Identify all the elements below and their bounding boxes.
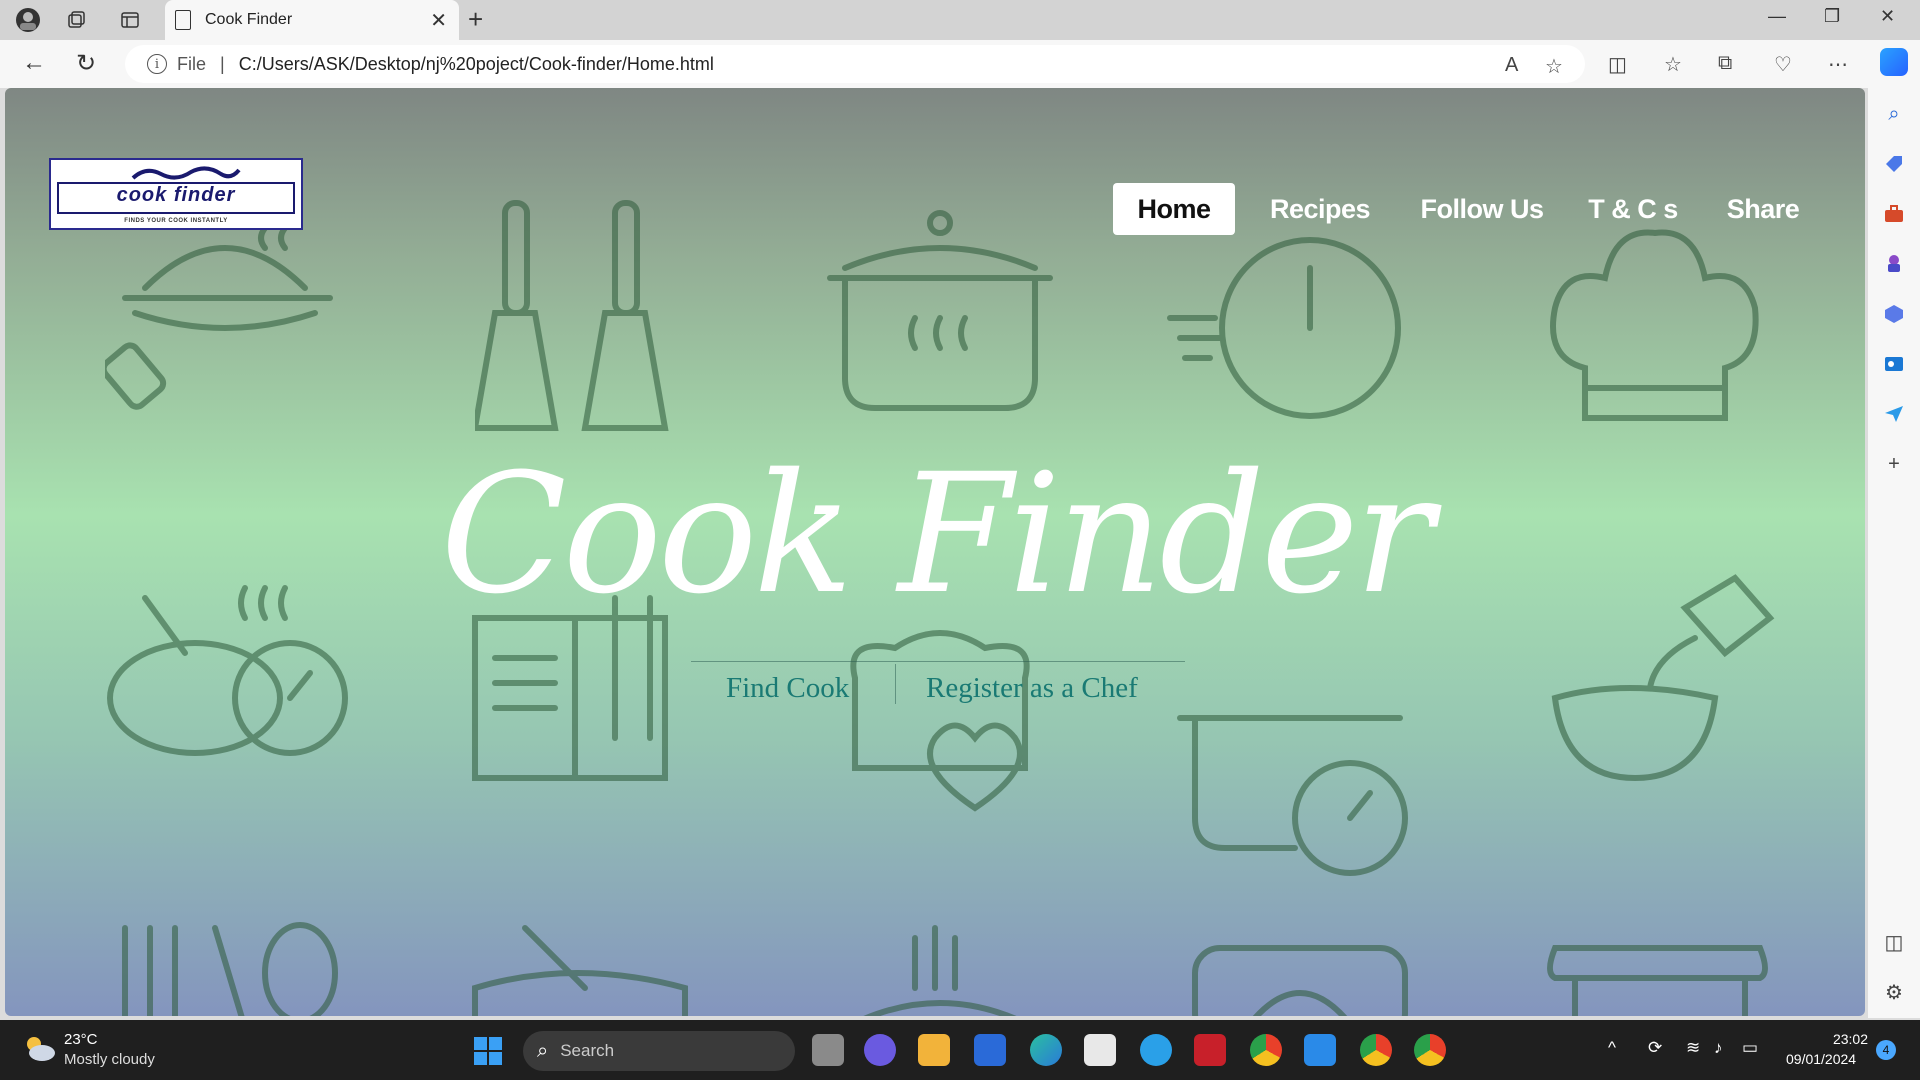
pot-icon <box>827 210 1053 411</box>
baking-tray-icon <box>1547 945 1768 1016</box>
register-chef-link[interactable]: Register as a Chef <box>926 672 1138 705</box>
new-tab-icon[interactable]: + <box>468 4 483 35</box>
url-separator: | <box>220 53 225 74</box>
drop-icon[interactable] <box>1882 402 1906 426</box>
search-icon[interactable]: ⌕ <box>1882 102 1906 126</box>
tools-icon[interactable] <box>1882 202 1906 226</box>
file-explorer-icon[interactable] <box>918 1034 950 1066</box>
weather-description[interactable]: Mostly cloudy <box>64 1051 155 1068</box>
battery-icon[interactable]: ▭ <box>1742 1038 1758 1058</box>
edge-sidebar: ⌕ + ◫ ⚙ <box>1868 88 1920 1018</box>
info-icon[interactable]: i <box>147 54 167 74</box>
add-icon[interactable]: + <box>1882 452 1906 476</box>
search-label: Search <box>560 1041 615 1060</box>
windows-start-icon[interactable] <box>474 1037 502 1065</box>
volume-icon[interactable]: ♪ <box>1714 1038 1723 1058</box>
plate-steam-icon <box>863 925 1017 1016</box>
chef-hat-icon <box>1550 229 1759 421</box>
shopping-tag-icon[interactable] <box>1882 152 1906 176</box>
cake-icon <box>1192 945 1408 1016</box>
logo-wave-icon <box>131 166 241 180</box>
wifi-icon[interactable]: ≋ <box>1686 1038 1700 1058</box>
settings-gear-icon[interactable]: ⚙ <box>1882 980 1906 1004</box>
store-icon[interactable] <box>1084 1034 1116 1066</box>
windows-taskbar: 23°C Mostly cloudy ⌕ Search ^ ⟳ ≋ ♪ ▭ 23… <box>0 1020 1920 1080</box>
mcafee-icon[interactable] <box>1194 1034 1226 1066</box>
nav-terms[interactable]: T & C s <box>1577 183 1689 235</box>
show-hidden-icons-icon[interactable]: ^ <box>1608 1038 1616 1058</box>
document-icon <box>175 10 191 30</box>
tab-actions-icon[interactable] <box>116 6 144 34</box>
nav-follow-us[interactable]: Follow Us <box>1407 183 1557 235</box>
vscode-icon[interactable] <box>1304 1034 1336 1066</box>
back-icon[interactable]: ← <box>22 49 46 77</box>
weather-temperature[interactable]: 23°C <box>64 1031 98 1048</box>
copilot-icon[interactable] <box>1880 48 1908 76</box>
logo-name: cook finder <box>116 184 236 206</box>
clock-time[interactable]: 23:02 <box>1830 1031 1868 1047</box>
hero-title: Cook Finder <box>440 438 1433 630</box>
close-window-icon[interactable]: ✕ <box>1880 6 1895 27</box>
browser-essentials-icon[interactable]: ♡ <box>1774 52 1792 77</box>
refresh-icon[interactable]: ↻ <box>76 49 96 78</box>
chrome-icon[interactable] <box>1250 1034 1282 1066</box>
tab-title: Cook Finder <box>205 11 293 28</box>
url-scheme-label: File <box>177 53 207 74</box>
restore-icon[interactable]: ❐ <box>1824 6 1840 27</box>
notification-badge[interactable]: 4 <box>1876 1040 1896 1060</box>
cutlery-icon <box>122 922 338 1016</box>
sidebar-toggle-icon[interactable]: ◫ <box>1882 930 1906 954</box>
find-cook-link[interactable]: Find Cook <box>726 672 849 705</box>
collections-toolbar-icon[interactable]: ⧉ <box>1718 52 1732 75</box>
browser-tab[interactable]: Cook Finder ✕ <box>165 0 459 40</box>
cloudy-weather-icon[interactable] <box>22 1034 56 1062</box>
myhp-icon[interactable] <box>974 1034 1006 1066</box>
link-divider <box>895 664 896 704</box>
chrome-second-icon[interactable] <box>1414 1034 1446 1066</box>
browser-titlebar: Cook Finder ✕ + — ❐ ✕ <box>0 0 1920 40</box>
hero-links: Find Cook Register as a Chef <box>691 661 1185 705</box>
spatula-icon <box>475 200 669 431</box>
favorites-icon[interactable]: ☆ <box>1664 52 1682 77</box>
close-tab-icon[interactable]: ✕ <box>430 8 447 33</box>
clock-date[interactable]: 09/01/2024 <box>1786 1051 1856 1067</box>
favorite-star-icon[interactable]: ☆ <box>1545 54 1563 79</box>
chrome-profile-icon[interactable] <box>1360 1034 1392 1066</box>
timer-icon <box>1167 237 1401 419</box>
nav-recipes[interactable]: Recipes <box>1257 183 1383 235</box>
browser-toolbar: ← ↻ i File | C:/Users/ASK/Desktop/nj%20p… <box>0 40 1920 88</box>
outlook-icon[interactable] <box>1882 352 1906 376</box>
nav-share[interactable]: Share <box>1711 183 1815 235</box>
games-icon[interactable] <box>1882 252 1906 276</box>
minimize-icon[interactable]: — <box>1768 6 1786 27</box>
nav-home[interactable]: Home <box>1113 183 1235 235</box>
mortar-icon <box>472 925 688 1016</box>
site-logo[interactable]: cook finder FINDS YOUR COOK INSTANTLY <box>49 158 303 230</box>
url-text[interactable]: C:/Users/ASK/Desktop/nj%20poject/Cook-fi… <box>239 54 714 75</box>
page-viewport: cook finder FINDS YOUR COOK INSTANTLY Ho… <box>5 88 1865 1016</box>
address-bar[interactable]: i File | C:/Users/ASK/Desktop/nj%20pojec… <box>125 45 1585 83</box>
edge-icon[interactable] <box>1030 1034 1062 1066</box>
read-aloud-icon[interactable]: A <box>1505 54 1518 77</box>
meet-icon[interactable] <box>864 1034 896 1066</box>
collections-icon[interactable] <box>62 6 90 34</box>
profile-avatar-icon[interactable] <box>14 6 42 34</box>
sync-icon[interactable]: ⟳ <box>1648 1038 1662 1058</box>
help-icon[interactable] <box>1140 1034 1172 1066</box>
heart-chef-icon <box>850 630 1030 812</box>
task-view-icon[interactable] <box>812 1034 844 1066</box>
logo-tagline: FINDS YOUR COOK INSTANTLY <box>124 218 228 224</box>
pot-timer-icon <box>1177 715 1408 876</box>
split-screen-icon[interactable]: ◫ <box>1608 52 1627 77</box>
search-icon: ⌕ <box>537 1039 549 1062</box>
taskbar-search[interactable]: ⌕ Search <box>523 1031 795 1071</box>
microsoft-365-icon[interactable] <box>1882 302 1906 326</box>
more-options-icon[interactable]: ⋯ <box>1828 52 1848 77</box>
